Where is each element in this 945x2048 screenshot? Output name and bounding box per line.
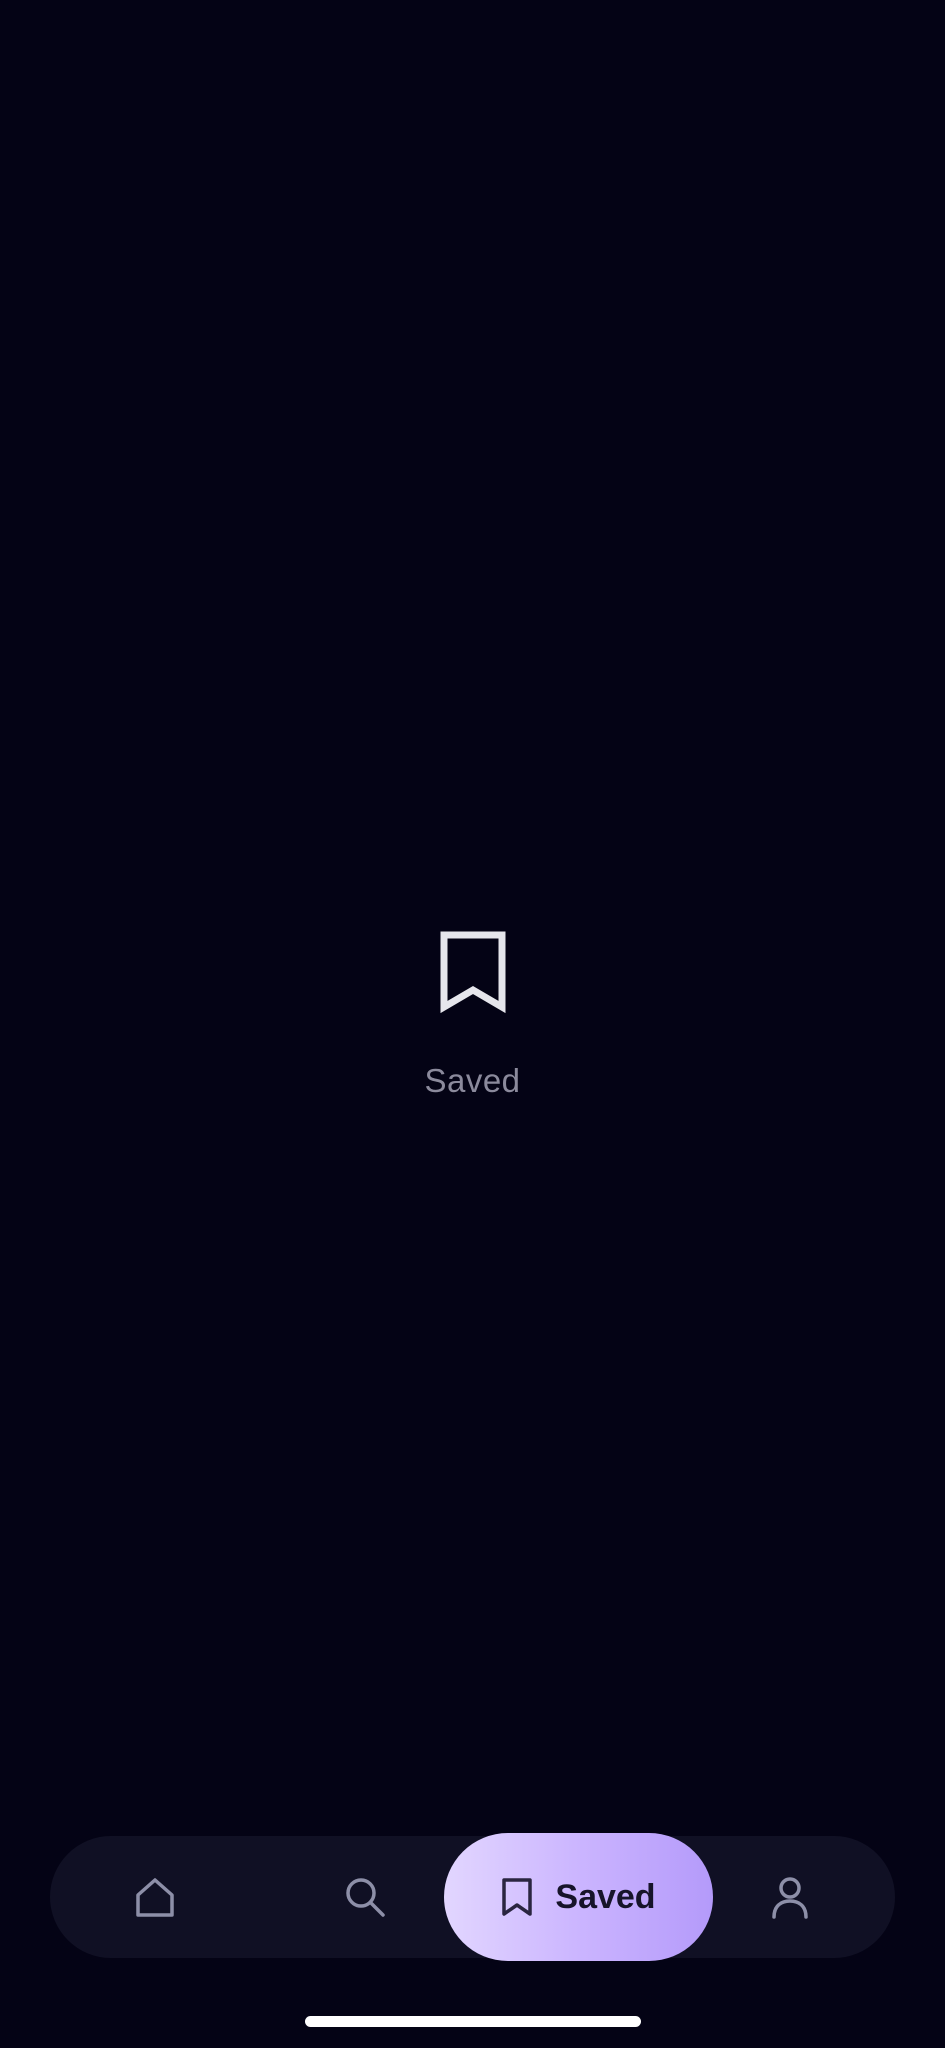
- empty-state: Saved: [0, 930, 945, 1100]
- tab-saved[interactable]: Saved: [444, 1833, 713, 1961]
- empty-state-label: Saved: [424, 1062, 521, 1099]
- tab-saved-label: Saved: [555, 1877, 656, 1916]
- tab-search[interactable]: [315, 1836, 415, 1958]
- bookmark-icon: [440, 931, 505, 1014]
- user-icon: [772, 1877, 808, 1919]
- search-icon: [346, 1878, 385, 1917]
- saved-screen: Saved Saved: [0, 0, 945, 2048]
- bottom-tab-bar: Saved: [50, 1833, 895, 1961]
- home-icon: [136, 1878, 174, 1917]
- bookmark-icon: [502, 1878, 533, 1916]
- home-indicator[interactable]: [305, 2016, 641, 2027]
- tab-profile[interactable]: [740, 1836, 840, 1958]
- tab-home[interactable]: [105, 1836, 205, 1958]
